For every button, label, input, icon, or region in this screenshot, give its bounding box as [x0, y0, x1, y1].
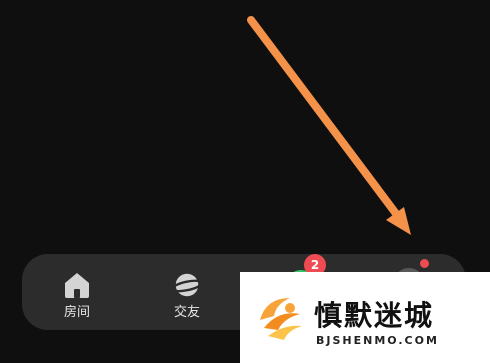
me-red-dot-badge [420, 259, 429, 268]
watermark-title: 慎默迷城 [314, 299, 435, 332]
home-icon [61, 270, 93, 300]
planet-icon [171, 270, 203, 300]
tab-friends[interactable]: 交友 [147, 254, 227, 330]
tab-home-label: 房间 [63, 305, 90, 320]
site-watermark: 慎默迷城 BJSHENMO.COM [240, 272, 490, 363]
watermark-domain: BJSHENMO.COM [316, 334, 439, 347]
tab-friends-label: 交友 [173, 305, 200, 320]
swirl-logo-icon [254, 290, 306, 346]
tab-home[interactable]: 房间 [37, 254, 117, 330]
